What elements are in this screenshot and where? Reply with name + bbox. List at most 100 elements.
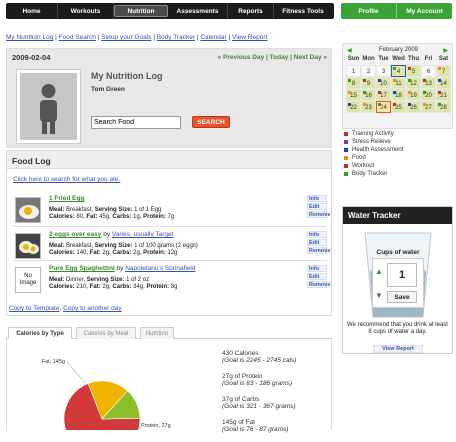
copy-to-template-link[interactable]: Copy to Template <box>9 305 59 312</box>
calendar-day[interactable]: 13 <box>421 77 436 89</box>
today-link[interactable]: Today <box>270 54 289 61</box>
calendar-month: February 2009 <box>378 47 419 53</box>
search-button[interactable]: SEARCH <box>192 116 230 128</box>
activity-marker <box>393 91 396 94</box>
calendar-day[interactable]: 26 <box>406 101 421 113</box>
calendar-day[interactable]: 16 <box>361 89 376 101</box>
calendar-day[interactable]: 5 <box>406 65 421 77</box>
pie-label-fat-leader <box>66 361 86 384</box>
calendar-day[interactable]: 28 <box>436 101 451 113</box>
info-button[interactable]: Info <box>307 195 327 202</box>
calendar-day[interactable]: 10 <box>376 77 391 89</box>
calendar-day[interactable]: 15 <box>346 89 361 101</box>
cup-count[interactable]: 1 <box>387 263 417 287</box>
nav-my-account[interactable]: My Account <box>397 3 452 19</box>
nav-reports[interactable]: Reports <box>228 3 274 19</box>
subnav-view-report[interactable]: View Report <box>232 34 267 41</box>
remove-button[interactable]: Remove <box>307 281 330 288</box>
legend-swatch <box>344 156 348 160</box>
weekday-label: Tue <box>378 56 389 62</box>
food-name-link[interactable]: 2 eggs over easy <box>49 231 101 238</box>
brand-link[interactable]: Napoletano's Sprinafield <box>125 265 195 272</box>
calendar-day[interactable]: 7 <box>436 65 451 77</box>
info-button[interactable]: Info <box>307 265 327 272</box>
activity-marker <box>363 103 366 106</box>
summary-calories: 430 Calories (Goal is 2245 - 2745 cals) <box>222 350 297 364</box>
user-name: Tom Green <box>91 86 125 93</box>
calendar-day[interactable]: 21 <box>436 89 451 101</box>
brand-link[interactable]: Varies, usually Target <box>112 231 174 238</box>
increase-icon[interactable]: ▲ <box>375 267 383 276</box>
calendar-day[interactable]: 11 <box>391 77 406 89</box>
subnav-my-nutrition-log[interactable]: My Nutrition Log <box>6 34 53 41</box>
activity-marker <box>423 79 426 82</box>
subnav-setup-goals[interactable]: Setup your Goals <box>101 34 151 41</box>
nav-workouts[interactable]: Workouts <box>58 3 114 19</box>
edit-button[interactable]: Edit <box>307 273 327 280</box>
info-button[interactable]: Info <box>307 231 327 238</box>
calendar-day[interactable]: 3 <box>376 65 391 77</box>
calendar-day[interactable]: 22 <box>346 101 361 113</box>
next-day-link[interactable]: Next Day » <box>294 54 327 61</box>
water-tracker-panel: Water Tracker Cups of water ▲ ▼ 1 Save W… <box>342 206 453 354</box>
entry-actions: Info Edit Remove <box>307 231 330 255</box>
tab-calories-by-meal[interactable]: Calories by Meal <box>76 327 136 339</box>
cup-counter: ▲ ▼ 1 Save <box>372 258 424 308</box>
activity-marker <box>378 91 381 94</box>
calendar-day[interactable]: 20 <box>421 89 436 101</box>
food-log-title: Food Log <box>12 156 51 166</box>
calendar-day[interactable]: 23 <box>361 101 376 113</box>
calendar-day[interactable]: 19 <box>406 89 421 101</box>
remove-button[interactable]: Remove <box>307 211 330 218</box>
remove-button[interactable]: Remove <box>307 247 330 254</box>
food-name-link[interactable]: Pure Egg Spaghettini <box>49 265 115 272</box>
calendar-day[interactable]: 2 <box>361 65 376 77</box>
pie-label-protein: Protein, 27g <box>141 423 171 429</box>
calendar-next-icon[interactable]: ▶ <box>443 47 448 54</box>
nav-assessments[interactable]: Assessments <box>168 3 228 19</box>
legend-item: Training Activity <box>344 130 403 138</box>
calendar-day[interactable]: 9 <box>361 77 376 89</box>
calendar-day[interactable]: 18 <box>391 89 406 101</box>
decrease-icon[interactable]: ▼ <box>375 291 383 300</box>
save-button[interactable]: Save <box>387 291 417 303</box>
calendar-day[interactable]: 8 <box>346 77 361 89</box>
summary-carbs: 37g of Carbs (Goal is 321 - 367 grams) <box>222 396 296 410</box>
nutrition-summary: 430 Calories (Goal is 2245 - 2745 cals) 2… <box>222 350 332 442</box>
activity-marker <box>378 103 381 106</box>
subnav-calendar[interactable]: Calendar <box>200 34 226 41</box>
calendar-day[interactable]: 4 <box>391 65 406 77</box>
calendar-day[interactable]: 27 <box>421 101 436 113</box>
subnav-food-search[interactable]: Food Search <box>59 34 96 41</box>
water-view-report-button[interactable]: View Report <box>373 345 423 353</box>
nav-home[interactable]: Home <box>6 3 58 19</box>
previous-day-link[interactable]: « Previous Day <box>218 54 265 61</box>
food-search-input[interactable] <box>91 116 181 129</box>
copy-to-another-day-link[interactable]: Copy to another day <box>63 305 122 312</box>
calendar-day[interactable]: 24 <box>376 101 391 113</box>
nav-profile[interactable]: Profile <box>341 3 397 19</box>
legend-item: Workout <box>344 162 403 170</box>
food-name-link[interactable]: 1 Fried Egg <box>49 195 84 202</box>
edit-button[interactable]: Edit <box>307 203 327 210</box>
calendar-day[interactable]: 17 <box>376 89 391 101</box>
tab-nutrition[interactable]: Nutrition <box>140 327 174 339</box>
summary-fat: 145g of Fat (Goal is 76 - 87 grams) <box>222 419 289 433</box>
edit-button[interactable]: Edit <box>307 239 327 246</box>
activity-marker <box>438 67 441 70</box>
calendar-day[interactable]: 1 <box>346 65 361 77</box>
calendar-day[interactable]: 25 <box>391 101 406 113</box>
calendar-day[interactable]: 12 <box>406 77 421 89</box>
calendar-day[interactable]: 6 <box>421 65 436 77</box>
tab-calories-by-type[interactable]: Calories by Type <box>8 327 72 339</box>
nav-nutrition[interactable]: Nutrition <box>114 5 168 17</box>
legend-swatch <box>344 148 348 152</box>
log-date: 2009-02-04 <box>12 53 51 62</box>
legend-item: Food <box>344 154 403 162</box>
subnav-body-tracker[interactable]: Body Tracker <box>157 34 195 41</box>
nav-fitness-tools[interactable]: Fitness Tools <box>274 3 332 19</box>
food-log-header: Food Log <box>7 151 331 169</box>
calendar-day[interactable]: 14 <box>436 77 451 89</box>
search-food-link[interactable]: Click here to search for what you ate. <box>13 176 120 183</box>
activity-marker <box>408 79 411 82</box>
